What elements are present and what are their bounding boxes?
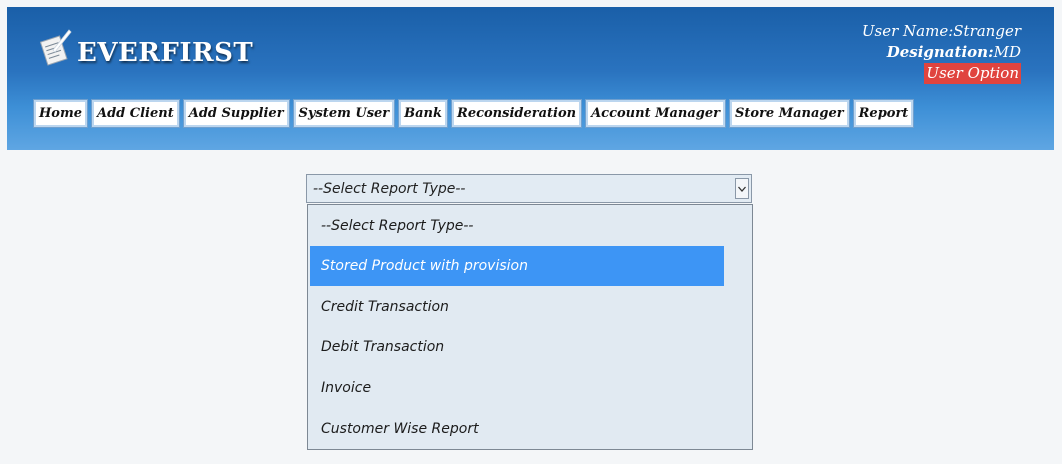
brand-logo[interactable]: EVERFIRST: [35, 23, 253, 73]
nav-add-supplier[interactable]: Add Supplier: [182, 99, 290, 128]
option-credit-transaction[interactable]: Credit Transaction: [310, 287, 724, 327]
user-name-label: User Name:: [861, 22, 954, 40]
option-customer-wise-report[interactable]: Customer Wise Report: [310, 409, 724, 449]
user-option-button[interactable]: User Option: [924, 63, 1021, 84]
brand-name: EVERFIRST: [77, 38, 254, 68]
chevron-down-icon[interactable]: [735, 178, 749, 199]
option-select-report-type[interactable]: --Select Report Type--: [310, 206, 724, 246]
nav-system-user[interactable]: System User: [292, 99, 396, 128]
nav-bank[interactable]: Bank: [398, 99, 449, 128]
option-invoice[interactable]: Invoice: [310, 368, 724, 408]
user-info: User Name:Stranger Designation:MD User O…: [862, 21, 1021, 84]
nav-report[interactable]: Report: [852, 99, 915, 128]
user-name-value: Stranger: [953, 22, 1021, 40]
user-name-line: User Name:Stranger: [862, 21, 1021, 42]
report-type-select[interactable]: --Select Report Type--: [306, 174, 752, 203]
report-type-selected-value: --Select Report Type--: [313, 181, 466, 197]
option-debit-transaction[interactable]: Debit Transaction: [310, 327, 724, 367]
designation-label: Designation:: [886, 43, 994, 61]
app-header: EVERFIRST User Name:Stranger Designation…: [7, 7, 1054, 150]
nav-reconsideration[interactable]: Reconsideration: [451, 99, 583, 128]
designation-value: MD: [993, 43, 1021, 61]
nav-store-manager[interactable]: Store Manager: [729, 99, 850, 128]
nav-home[interactable]: Home: [33, 99, 88, 128]
designation-line: Designation:MD: [862, 42, 1021, 63]
nav-account-manager[interactable]: Account Manager: [585, 99, 727, 128]
option-stored-product-with-provision[interactable]: Stored Product with provision: [310, 246, 724, 286]
report-type-dropdown: --Select Report Type-- Stored Product wi…: [307, 204, 753, 450]
nav-add-client[interactable]: Add Client: [90, 99, 180, 128]
main-nav: Home Add Client Add Supplier System User…: [33, 99, 915, 128]
notepad-quill-icon: [35, 26, 75, 70]
